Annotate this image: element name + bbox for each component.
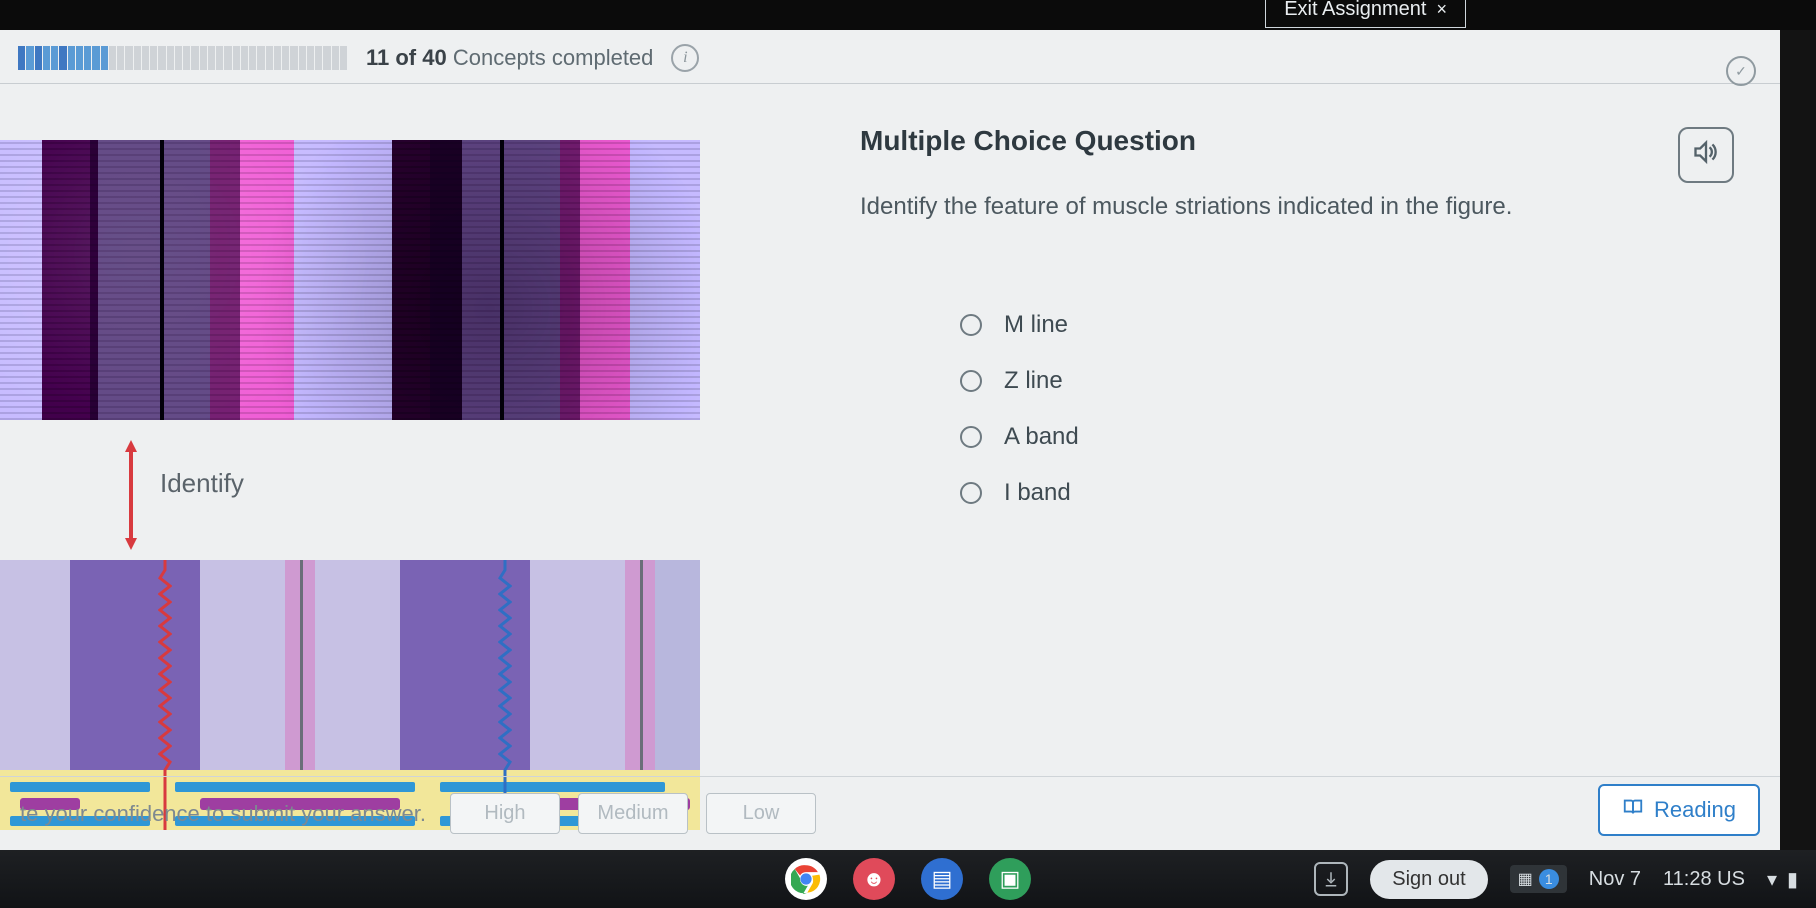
confidence-prompt: te your confidence to submit your answer… xyxy=(20,801,426,827)
option-m-line[interactable]: M line xyxy=(960,311,1740,339)
option-i-band[interactable]: I band xyxy=(960,479,1740,507)
grid-icon: ▦ xyxy=(1518,869,1533,889)
option-label: I band xyxy=(1004,479,1071,507)
quiz-panel: 11 of 40 Concepts completed i Identify xyxy=(0,30,1780,850)
reading-button[interactable]: Reading xyxy=(1598,784,1760,836)
taskbar-clock: 11:28 US xyxy=(1663,868,1745,891)
close-icon: × xyxy=(1436,0,1447,20)
figure-area: Identify xyxy=(0,110,700,790)
radio-icon xyxy=(960,370,982,392)
read-aloud-button[interactable] xyxy=(1678,127,1734,183)
app-icon-green[interactable]: ▣ xyxy=(989,858,1031,900)
identify-arrow-icon xyxy=(120,440,142,550)
timer-icon[interactable] xyxy=(1726,56,1756,86)
taskbar-status-icons: ▾ ▮ xyxy=(1767,867,1798,892)
taskbar-right: Sign out ▦ 1 Nov 7 11:28 US ▾ ▮ xyxy=(1314,860,1798,899)
taskbar: ☻ ▤ ▣ Sign out ▦ 1 Nov 7 11:28 US ▾ ▮ xyxy=(0,850,1816,908)
info-icon[interactable]: i xyxy=(671,44,699,72)
question-heading: Multiple Choice Question xyxy=(860,125,1740,157)
confidence-low-button[interactable]: Low xyxy=(706,793,816,834)
app-icon-blue[interactable]: ▤ xyxy=(921,858,963,900)
app-icon-red[interactable]: ☻ xyxy=(853,858,895,900)
title-bar: Exit Assignment × xyxy=(0,0,1816,30)
question-column: Multiple Choice Question Identify the fe… xyxy=(860,125,1740,507)
wifi-icon[interactable]: ▾ xyxy=(1767,867,1777,892)
exit-assignment-label: Exit Assignment xyxy=(1284,0,1426,21)
option-label: M line xyxy=(1004,311,1068,339)
notification-badge: 1 xyxy=(1539,869,1559,889)
taskbar-date: Nov 7 xyxy=(1589,868,1641,891)
question-prompt: Identify the feature of muscle striation… xyxy=(860,193,1740,221)
book-icon xyxy=(1622,796,1644,824)
options-list: M line Z line A band I band xyxy=(960,311,1740,507)
progress-text: 11 of 40 Concepts completed xyxy=(366,45,653,71)
confidence-medium-button[interactable]: Medium xyxy=(578,793,688,834)
taskbar-center: ☻ ▤ ▣ xyxy=(785,858,1031,900)
chrome-icon[interactable] xyxy=(785,858,827,900)
confidence-buttons: High Medium Low xyxy=(450,793,816,834)
reading-label: Reading xyxy=(1654,797,1736,823)
progress-suffix: Concepts completed xyxy=(453,45,654,70)
confidence-high-button[interactable]: High xyxy=(450,793,560,834)
micrograph-image xyxy=(0,140,700,420)
option-a-band[interactable]: A band xyxy=(960,423,1740,451)
sign-out-button[interactable]: Sign out xyxy=(1370,860,1487,899)
battery-icon[interactable]: ▮ xyxy=(1787,867,1798,892)
option-z-line[interactable]: Z line xyxy=(960,367,1740,395)
screen-bezel xyxy=(1780,30,1816,850)
download-icon[interactable] xyxy=(1314,862,1348,896)
exit-assignment-button[interactable]: Exit Assignment × xyxy=(1265,0,1466,28)
progress-count: 11 of 40 xyxy=(366,45,447,70)
radio-icon xyxy=(960,426,982,448)
progress-row: 11 of 40 Concepts completed i xyxy=(0,42,1780,84)
option-label: Z line xyxy=(1004,367,1063,395)
radio-icon xyxy=(960,314,982,336)
notification-chip[interactable]: ▦ 1 xyxy=(1510,865,1567,893)
option-label: A band xyxy=(1004,423,1079,451)
identify-pointer: Identify xyxy=(120,440,244,550)
radio-icon xyxy=(960,482,982,504)
identify-label: Identify xyxy=(160,468,244,499)
speaker-icon xyxy=(1692,138,1720,173)
progress-bar xyxy=(18,46,348,70)
confidence-row: te your confidence to submit your answer… xyxy=(0,776,1780,850)
